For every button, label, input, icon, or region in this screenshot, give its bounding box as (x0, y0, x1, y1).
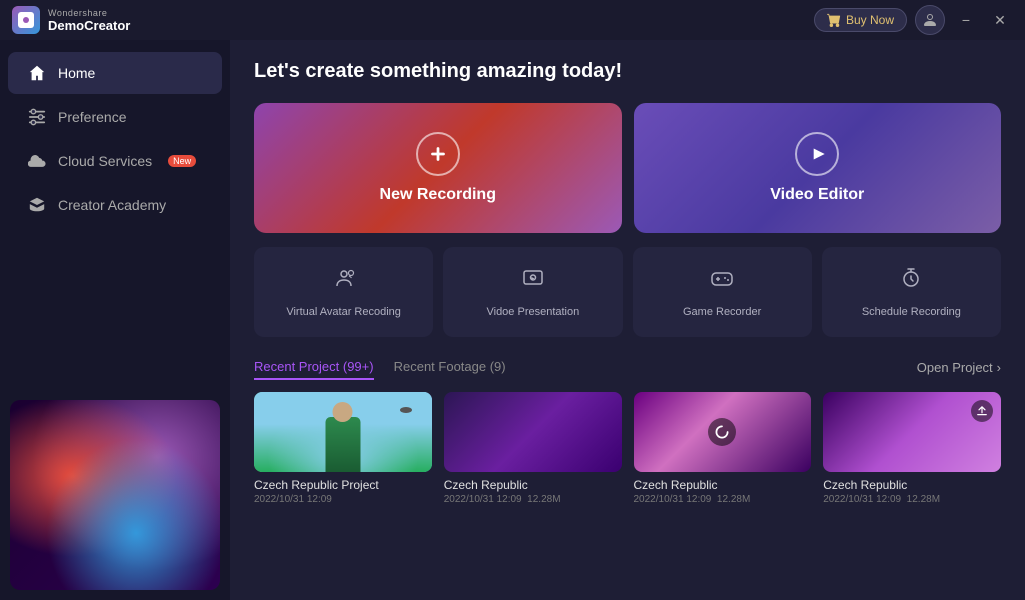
sidebar-thumbnail (10, 400, 220, 590)
buy-now-label: Buy Now (846, 13, 894, 27)
titlebar-right: Buy Now − ✕ (814, 5, 1013, 35)
sidebar-item-academy-label: Creator Academy (58, 197, 166, 213)
project-thumb-4 (823, 392, 1001, 472)
academy-icon (28, 196, 46, 214)
video-presentation-icon (521, 266, 545, 296)
project-name-4: Czech Republic (823, 478, 1001, 492)
brand-top: Wondershare (48, 8, 130, 18)
feature-cards: Virtual Avatar Recoding Vidoe Presentati… (254, 247, 1001, 337)
video-presentation-label: Vidoe Presentation (486, 306, 579, 318)
sidebar-item-cloud-services[interactable]: Cloud Services New (8, 140, 222, 182)
preference-icon (28, 108, 46, 126)
open-project-label: Open Project (917, 360, 993, 375)
sidebar-item-cloud-label: Cloud Services (58, 153, 152, 169)
home-icon (28, 64, 46, 82)
nav-items: Home Preference (0, 40, 230, 390)
project-thumb-1 (254, 392, 432, 472)
tab-recent-footage[interactable]: Recent Footage (9) (394, 355, 506, 380)
app-logo-icon (12, 6, 40, 34)
game-recorder-icon (710, 266, 734, 296)
cloud-icon (28, 152, 46, 170)
content-area: Let's create something amazing today! Ne… (230, 40, 1025, 600)
loading-icon (708, 418, 736, 446)
cart-icon (827, 13, 841, 27)
person-shape (325, 417, 360, 472)
top-cards: New Recording Video Editor (254, 103, 1001, 233)
virtual-avatar-label: Virtual Avatar Recoding (286, 306, 401, 318)
recent-tabs: Recent Project (99+) Recent Footage (9) (254, 355, 526, 380)
sidebar-item-home[interactable]: Home (8, 52, 222, 94)
feature-video-presentation[interactable]: Vidoe Presentation (443, 247, 622, 337)
project-thumb-2 (444, 392, 622, 472)
new-recording-icon (416, 132, 460, 176)
video-editor-icon (795, 132, 839, 176)
schedule-recording-label: Schedule Recording (862, 306, 961, 318)
account-icon (922, 12, 938, 28)
upload-icon (971, 400, 993, 422)
account-button[interactable] (915, 5, 945, 35)
tab-recent-project[interactable]: Recent Project (99+) (254, 355, 374, 380)
project-grid: Czech Republic Project 2022/10/31 12:09 … (254, 392, 1001, 505)
virtual-avatar-icon (332, 266, 356, 296)
project-thumb-3 (634, 392, 812, 472)
page-headline: Let's create something amazing today! (254, 60, 1001, 83)
project-item-1[interactable]: Czech Republic Project 2022/10/31 12:09 (254, 392, 432, 505)
project-name-2: Czech Republic (444, 478, 622, 492)
project-item-3[interactable]: Czech Republic 2022/10/31 12:09 12.28M (634, 392, 812, 505)
new-badge: New (168, 155, 196, 167)
feature-game-recorder[interactable]: Game Recorder (633, 247, 812, 337)
minimize-button[interactable]: − (953, 7, 979, 33)
bird-shape (400, 407, 412, 413)
sidebar-item-preference[interactable]: Preference (8, 96, 222, 138)
new-recording-card[interactable]: New Recording (254, 103, 622, 233)
project-date-1: 2022/10/31 12:09 (254, 494, 432, 505)
brand-bottom: DemoCreator (48, 18, 130, 33)
project-date-4: 2022/10/31 12:09 12.28M (823, 494, 1001, 505)
video-editor-card[interactable]: Video Editor (634, 103, 1002, 233)
game-recorder-label: Game Recorder (683, 306, 761, 318)
main-layout: Home Preference (0, 40, 1025, 600)
sidebar-item-home-label: Home (58, 65, 95, 81)
new-recording-label: New Recording (380, 186, 496, 204)
project-name-1: Czech Republic Project (254, 478, 432, 492)
sidebar-item-creator-academy[interactable]: Creator Academy (8, 184, 222, 226)
open-project-link[interactable]: Open Project › (917, 360, 1001, 375)
project-date-3: 2022/10/31 12:09 12.28M (634, 494, 812, 505)
project-name-3: Czech Republic (634, 478, 812, 492)
feature-virtual-avatar[interactable]: Virtual Avatar Recoding (254, 247, 433, 337)
project-item-2[interactable]: Czech Republic 2022/10/31 12:09 12.28M (444, 392, 622, 505)
project-date-2: 2022/10/31 12:09 12.28M (444, 494, 622, 505)
titlebar: Wondershare DemoCreator Buy Now − ✕ (0, 0, 1025, 40)
sidebar: Home Preference (0, 40, 230, 600)
app-logo-text: Wondershare DemoCreator (48, 8, 130, 33)
titlebar-left: Wondershare DemoCreator (12, 6, 130, 34)
feature-schedule-recording[interactable]: Schedule Recording (822, 247, 1001, 337)
video-editor-label: Video Editor (770, 186, 864, 204)
project-item-4[interactable]: Czech Republic 2022/10/31 12:09 12.28M (823, 392, 1001, 505)
buy-now-button[interactable]: Buy Now (814, 8, 907, 32)
sidebar-item-preference-label: Preference (58, 109, 126, 125)
schedule-recording-icon (899, 266, 923, 296)
chevron-right-icon: › (997, 360, 1001, 375)
close-button[interactable]: ✕ (987, 7, 1013, 33)
recent-header: Recent Project (99+) Recent Footage (9) … (254, 355, 1001, 380)
